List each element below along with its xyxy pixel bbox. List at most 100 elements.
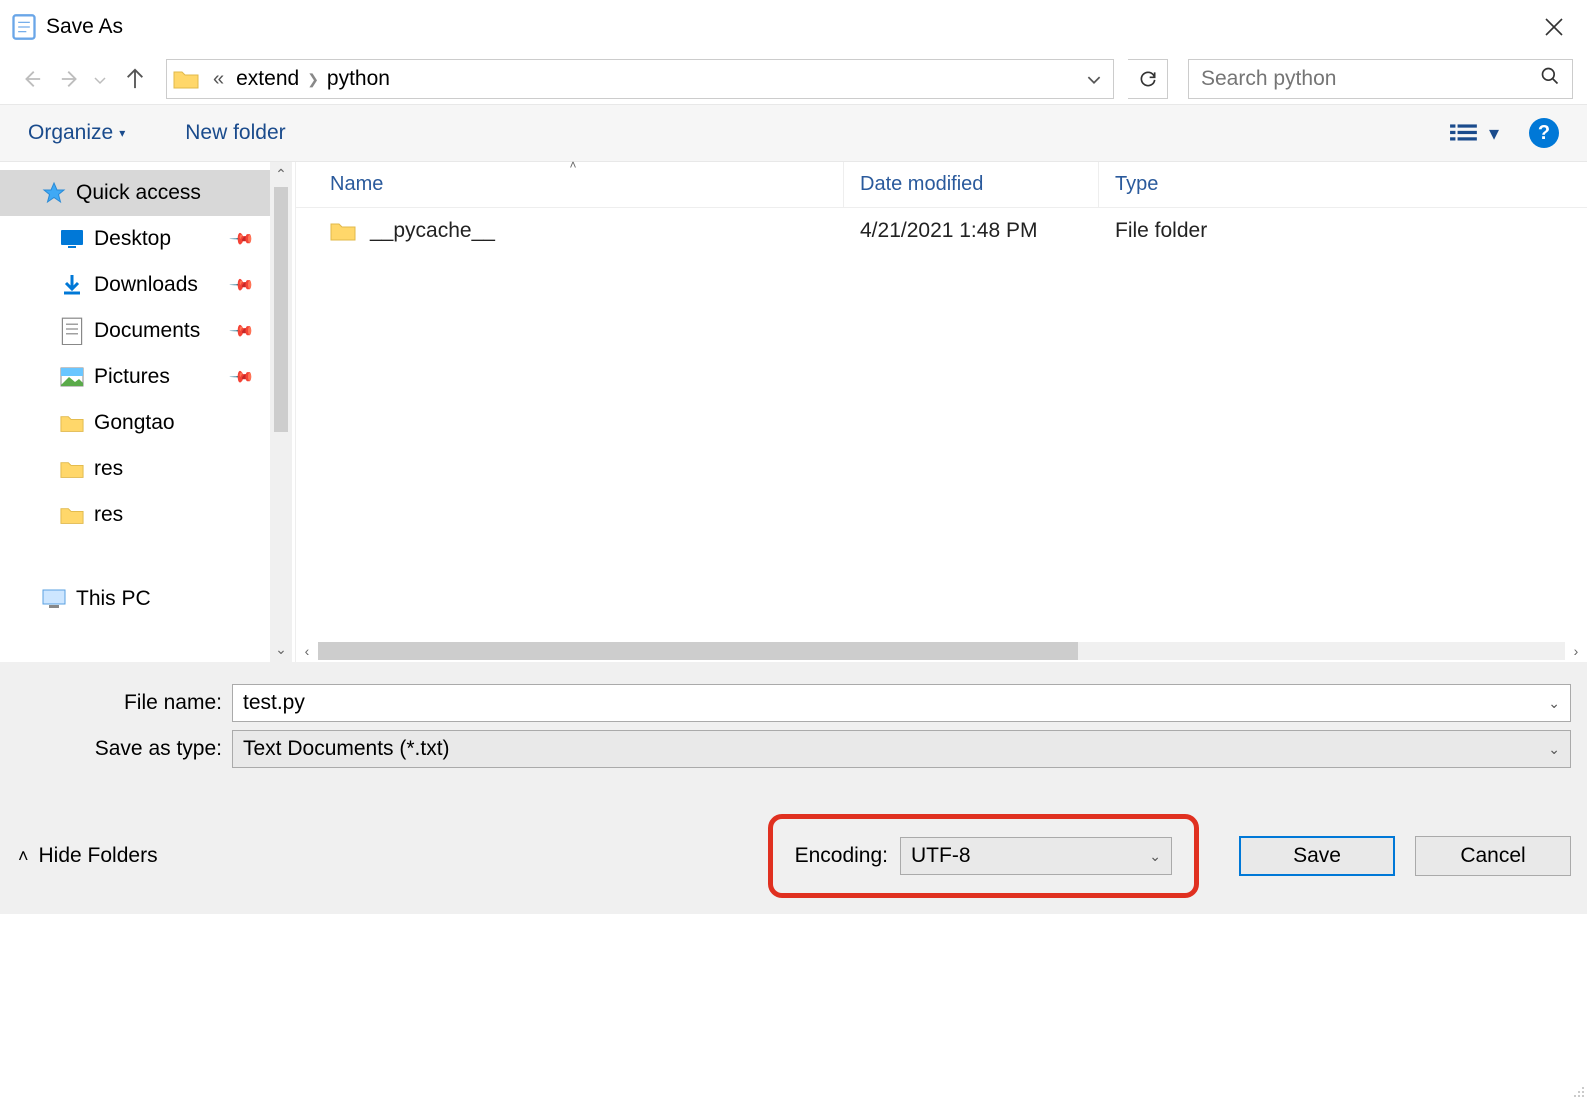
- this-pc-icon: [42, 587, 66, 611]
- main-area: Quick access Desktop 📌 Downloads 📌 Docum…: [0, 162, 1587, 662]
- column-header-row: ˄ Name Date modified Type: [296, 162, 1587, 208]
- search-box[interactable]: [1188, 59, 1573, 99]
- help-button[interactable]: ?: [1529, 118, 1559, 148]
- star-icon: [42, 181, 66, 205]
- sidebar-item-label: Documents: [94, 319, 200, 343]
- sidebar-item-res-1[interactable]: res: [0, 446, 270, 492]
- saveastype-label: Save as type:: [16, 737, 232, 761]
- sidebar-item-label: res: [94, 503, 123, 527]
- sidebar-item-label: Desktop: [94, 227, 171, 251]
- scroll-thumb[interactable]: [318, 642, 1078, 660]
- column-header-date[interactable]: Date modified: [844, 162, 1099, 207]
- window-title: Save As: [46, 15, 123, 39]
- sidebar-item-pictures[interactable]: Pictures 📌: [0, 354, 270, 400]
- sidebar-scrollbar[interactable]: ⌃ ⌄: [270, 162, 292, 662]
- file-row[interactable]: __pycache__ 4/21/2021 1:48 PM File folde…: [296, 208, 1587, 254]
- scroll-right-icon[interactable]: ›: [1565, 643, 1587, 659]
- chevron-down-icon[interactable]: ⌄: [1149, 848, 1161, 865]
- new-folder-button[interactable]: New folder: [185, 121, 285, 145]
- nav-up-button[interactable]: [118, 62, 152, 96]
- column-header-type[interactable]: Type: [1099, 162, 1587, 207]
- sidebar-item-label: Pictures: [94, 365, 170, 389]
- scroll-down-icon[interactable]: ⌄: [275, 641, 287, 658]
- filename-label: File name:: [16, 691, 232, 715]
- titlebar: Save As: [0, 0, 1587, 54]
- chevron-down-icon: [1087, 76, 1101, 85]
- pin-icon: 📌: [228, 317, 256, 345]
- folder-icon: [60, 503, 84, 527]
- cancel-button[interactable]: Cancel: [1415, 836, 1571, 876]
- nav-back-button[interactable]: [14, 62, 48, 96]
- scroll-thumb[interactable]: [274, 187, 288, 432]
- breadcrumb-separator-icon[interactable]: ❯: [307, 71, 319, 88]
- hide-folders-button[interactable]: ˄ Hide Folders: [16, 844, 158, 868]
- breadcrumb-parent[interactable]: extend: [230, 67, 305, 91]
- sidebar-item-desktop[interactable]: Desktop 📌: [0, 216, 270, 262]
- column-label: Name: [330, 173, 383, 196]
- sidebar-item-label: res: [94, 457, 123, 481]
- sidebar-item-gongtao[interactable]: Gongtao: [0, 400, 270, 446]
- download-icon: [60, 273, 84, 297]
- search-input[interactable]: [1201, 67, 1540, 91]
- address-dropdown[interactable]: [1081, 68, 1107, 91]
- saveastype-select[interactable]: Text Documents (*.txt) ⌄: [232, 730, 1571, 768]
- hide-folders-label: Hide Folders: [39, 844, 158, 868]
- column-label: Type: [1115, 173, 1158, 196]
- save-button[interactable]: Save: [1239, 836, 1395, 876]
- arrow-up-icon: [124, 68, 146, 90]
- file-type: File folder: [1099, 219, 1587, 243]
- view-details-icon: [1449, 122, 1479, 144]
- sidebar-item-documents[interactable]: Documents 📌: [0, 308, 270, 354]
- view-options-button[interactable]: ▾: [1449, 121, 1499, 146]
- file-date: 4/21/2021 1:48 PM: [844, 219, 1099, 243]
- folder-icon: [60, 411, 84, 435]
- sidebar: Quick access Desktop 📌 Downloads 📌 Docum…: [0, 162, 270, 662]
- pictures-icon: [60, 365, 84, 389]
- sidebar-item-label: Gongtao: [94, 411, 175, 435]
- sidebar-item-label: Quick access: [76, 181, 201, 205]
- sidebar-item-quick-access[interactable]: Quick access: [0, 170, 270, 216]
- refresh-button[interactable]: [1128, 59, 1168, 99]
- breadcrumb-current[interactable]: python: [321, 67, 396, 91]
- toolbar: Organize ▾ New folder ▾ ?: [0, 104, 1587, 162]
- folder-icon: [330, 220, 356, 242]
- encoding-select[interactable]: UTF-8 ⌄: [900, 837, 1172, 875]
- close-button[interactable]: [1531, 4, 1577, 50]
- filename-input[interactable]: test.py ⌄: [232, 684, 1571, 722]
- horizontal-scrollbar[interactable]: ‹ ›: [296, 640, 1587, 662]
- saveastype-value: Text Documents (*.txt): [243, 737, 450, 761]
- breadcrumb-overflow-icon[interactable]: «: [213, 68, 224, 91]
- encoding-value: UTF-8: [911, 844, 971, 868]
- scroll-left-icon[interactable]: ‹: [296, 643, 318, 659]
- chevron-down-icon: [94, 77, 106, 85]
- file-list: ˄ Name Date modified Type __pycache__ 4/…: [295, 162, 1587, 662]
- sidebar-item-this-pc[interactable]: This PC: [0, 576, 270, 622]
- chevron-down-icon: ▾: [1489, 121, 1499, 146]
- chevron-down-icon[interactable]: ⌄: [1548, 741, 1560, 758]
- sidebar-item-res-2[interactable]: res: [0, 492, 270, 538]
- nav-forward-button[interactable]: [54, 62, 88, 96]
- scroll-up-icon[interactable]: ⌃: [275, 166, 287, 183]
- address-bar[interactable]: « extend ❯ python: [166, 59, 1114, 99]
- arrow-right-icon: [60, 68, 82, 90]
- sidebar-item-label: This PC: [76, 587, 151, 611]
- column-label: Date modified: [860, 173, 983, 196]
- file-rows[interactable]: __pycache__ 4/21/2021 1:48 PM File folde…: [296, 208, 1587, 640]
- resize-grip-icon[interactable]: [1569, 1081, 1585, 1097]
- pin-icon: 📌: [228, 363, 256, 391]
- column-header-name[interactable]: ˄ Name: [296, 162, 844, 207]
- chevron-down-icon[interactable]: ⌄: [1548, 695, 1560, 712]
- chevron-down-icon: ▾: [119, 126, 125, 140]
- file-name: __pycache__: [370, 219, 495, 243]
- document-icon: [60, 319, 84, 343]
- filename-value: test.py: [243, 691, 305, 715]
- organize-button[interactable]: Organize ▾: [28, 121, 125, 145]
- refresh-icon: [1138, 69, 1158, 89]
- nav-history-dropdown[interactable]: [94, 68, 112, 91]
- nav-row: « extend ❯ python: [0, 54, 1587, 104]
- encoding-highlight: Encoding: UTF-8 ⌄: [768, 814, 1199, 898]
- sidebar-item-downloads[interactable]: Downloads 📌: [0, 262, 270, 308]
- search-icon[interactable]: [1540, 66, 1560, 92]
- folder-icon: [60, 457, 84, 481]
- organize-label: Organize: [28, 121, 113, 145]
